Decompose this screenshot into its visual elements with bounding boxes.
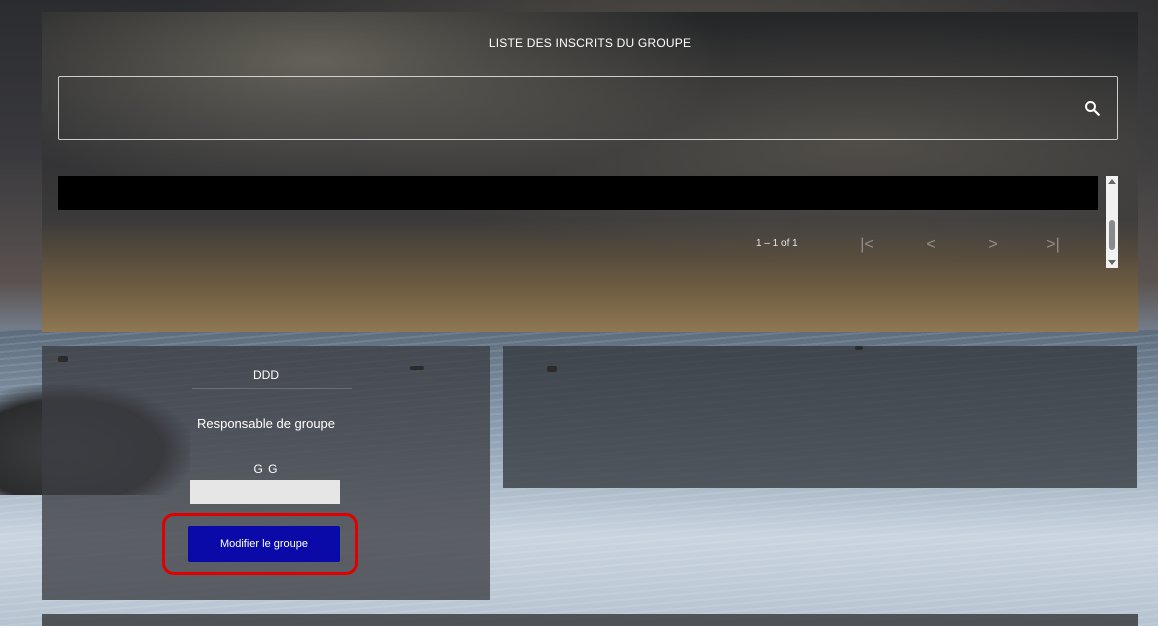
first-page-button[interactable]: |< [856,234,878,256]
group-card: DDD Responsable de groupe G G Modifier l… [42,346,490,600]
scroll-thumb[interactable] [1109,220,1115,250]
scrollbar[interactable] [1106,176,1118,268]
page-range-label: 1 – 1 of 1 [756,238,798,249]
scroll-up-icon[interactable] [1108,179,1116,184]
divider [192,388,352,389]
page-background: LISTE DES INSCRITS DU GROUPE 1 – 1 of 1 … [0,0,1158,626]
members-panel: LISTE DES INSCRITS DU GROUPE 1 – 1 of 1 … [42,12,1138,332]
next-page-button[interactable]: > [982,234,1004,256]
search-box [58,76,1118,140]
boat-decoration [547,366,557,372]
group-role: Responsable de groupe [196,416,336,431]
boat-decoration [855,346,863,350]
member-initials: G G [253,462,279,476]
group-detail-card [503,346,1137,488]
modify-group-button[interactable]: Modifier le groupe [188,526,340,562]
bottom-panel-edge [42,614,1138,626]
scroll-down-icon[interactable] [1108,260,1116,265]
last-page-button[interactable]: >| [1042,234,1064,256]
search-icon[interactable] [1083,99,1101,117]
members-table-header [58,176,1098,210]
group-name: DDD [253,368,279,382]
panel-title: LISTE DES INSCRITS DU GROUPE [488,36,692,50]
boat-decoration [58,356,68,362]
paginator: 1 – 1 of 1 |< < > >| [742,234,1082,256]
member-name-field [190,480,340,504]
search-input[interactable] [69,87,1063,131]
previous-page-button[interactable]: < [920,234,942,256]
